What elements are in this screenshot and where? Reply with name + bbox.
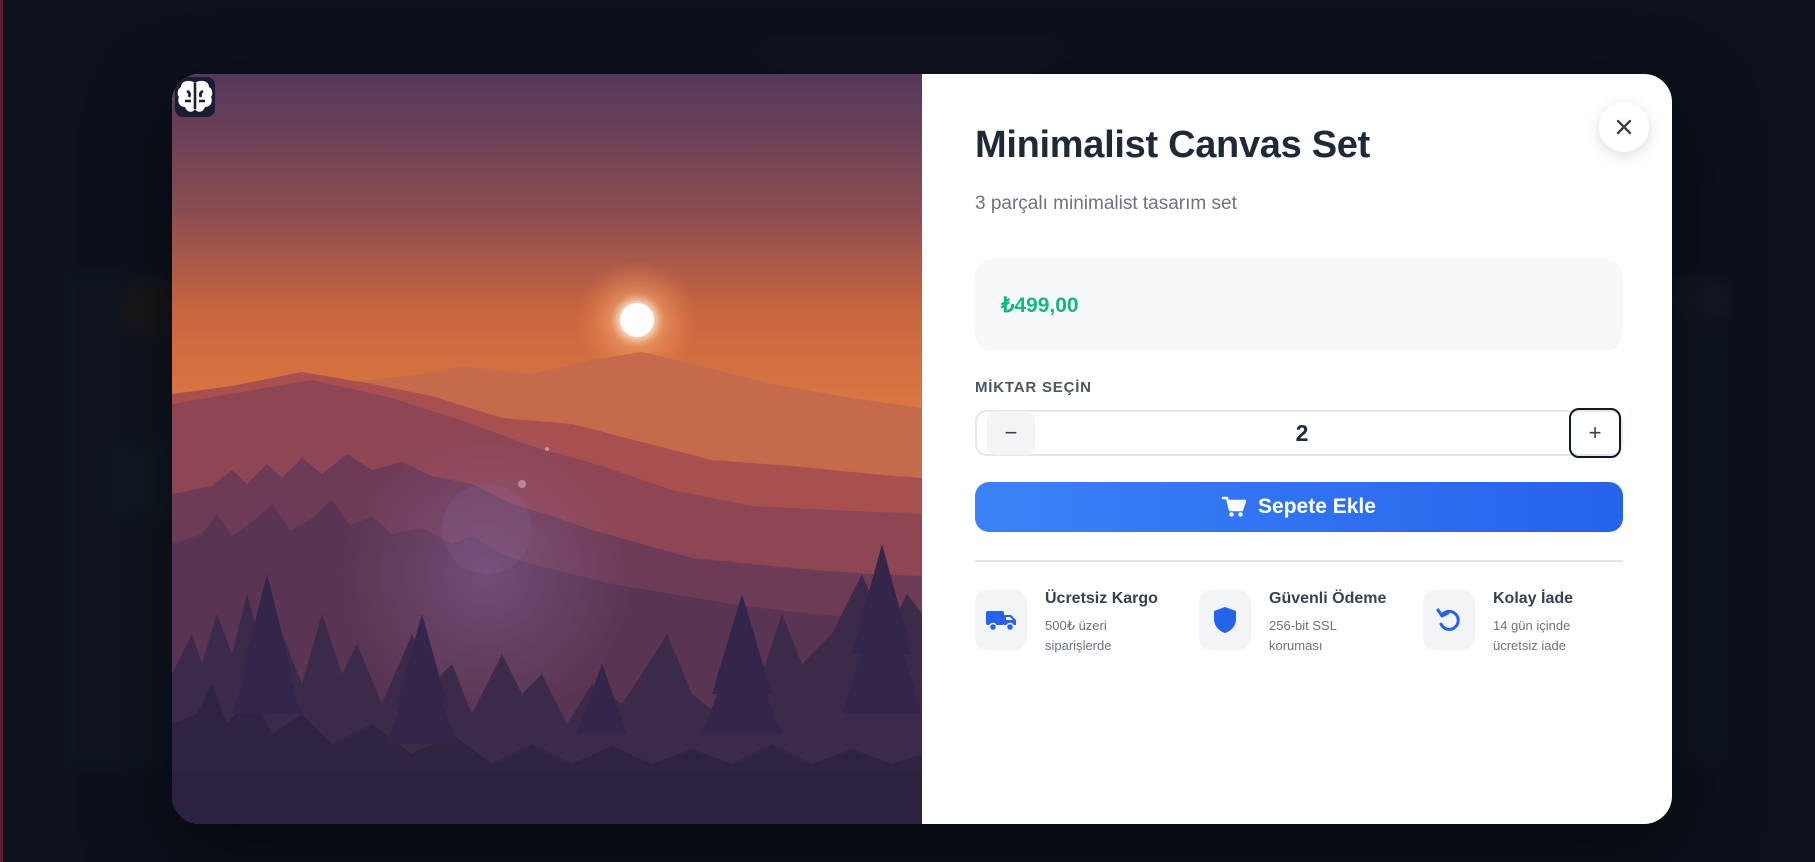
feature-title: Kolay İade	[1493, 590, 1574, 607]
close-button[interactable]	[1599, 102, 1649, 152]
feature-free-shipping: Ücretsiz Kargo 500₺ üzeri siparişlerde	[975, 590, 1199, 656]
feature-desc: 500₺ üzeri siparişlerde	[1045, 618, 1112, 653]
feature-secure-payment: Güvenli Ödeme 256-bit SSL koruması	[1199, 590, 1423, 656]
divider	[975, 560, 1623, 562]
return-icon	[1436, 608, 1460, 631]
add-to-cart-button[interactable]: Sepete Ekle	[975, 482, 1623, 532]
quantity-stepper: − 2 +	[975, 408, 1623, 458]
page-edge-line	[0, 0, 3, 862]
feature-icon-box	[975, 590, 1027, 650]
feature-list: Ücretsiz Kargo 500₺ üzeri siparişlerde G…	[975, 590, 1623, 656]
price-box: ₺499,00	[975, 259, 1623, 351]
product-info-panel: Minimalist Canvas Set 3 parçalı minimali…	[922, 74, 1672, 824]
brain-icon	[177, 80, 213, 112]
feature-desc: 256-bit SSL koruması	[1269, 618, 1337, 653]
cart-icon	[1222, 496, 1247, 517]
feature-title: Ücretsiz Kargo	[1045, 590, 1158, 607]
truck-icon	[986, 611, 1016, 632]
brain-icon-button[interactable]	[175, 77, 215, 117]
feature-desc: 14 gün içinde ücretsiz iade	[1493, 618, 1571, 653]
close-icon	[1616, 119, 1632, 135]
sunset-mountains-illustration	[172, 74, 922, 824]
increase-quantity-button[interactable]: +	[1569, 408, 1621, 458]
decrease-quantity-button[interactable]: −	[987, 411, 1035, 455]
product-quick-view-modal: Minimalist Canvas Set 3 parçalı minimali…	[172, 74, 1672, 824]
product-subtitle: 3 parçalı minimalist tasarım set	[975, 193, 1237, 214]
quantity-label: MİKTAR SEÇİN	[975, 379, 1092, 396]
feature-icon-box	[1423, 590, 1475, 650]
shield-icon	[1214, 607, 1236, 633]
feature-title: Güvenli Ödeme	[1269, 590, 1387, 607]
add-to-cart-label: Sepete Ekle	[1258, 495, 1376, 518]
feature-easy-return: Kolay İade 14 gün içinde ücretsiz iade	[1423, 590, 1623, 656]
product-title: Minimalist Canvas Set	[975, 124, 1370, 166]
product-image	[172, 74, 922, 824]
quantity-value[interactable]: 2	[1035, 420, 1569, 447]
feature-icon-box	[1199, 590, 1251, 650]
product-price: ₺499,00	[1001, 293, 1079, 317]
